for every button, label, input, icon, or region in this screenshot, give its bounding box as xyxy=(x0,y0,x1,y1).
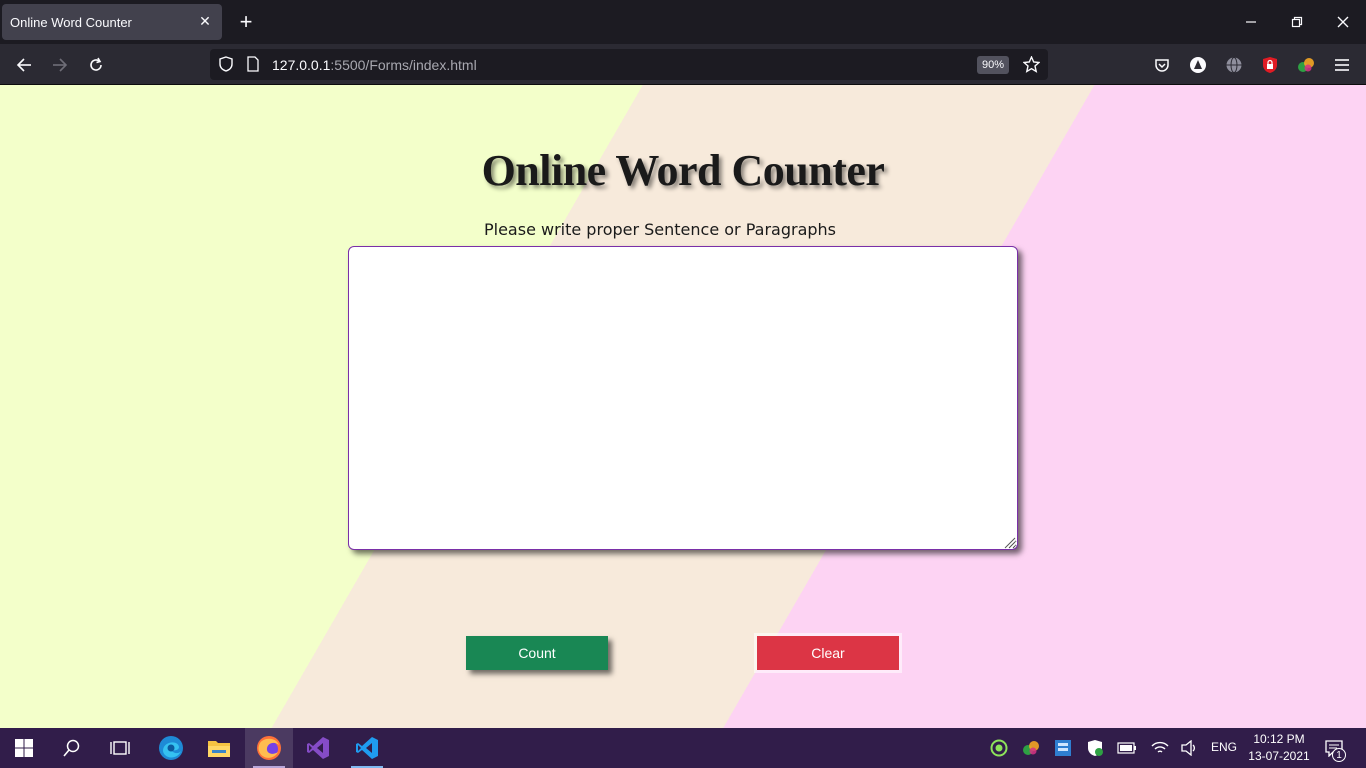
windows-start-icon[interactable] xyxy=(0,728,48,768)
clear-button[interactable]: Clear xyxy=(757,636,899,670)
clock-time: 10:12 PM xyxy=(1253,732,1305,746)
vscode-icon[interactable] xyxy=(343,728,391,768)
file-explorer-icon[interactable] xyxy=(195,728,243,768)
language-indicator[interactable]: ENG xyxy=(1211,740,1237,754)
taskbar: ENG 10:12 PM 13-07-2021 xyxy=(0,728,1366,768)
url-path: :5500/Forms/index.html xyxy=(330,57,477,73)
green-record-icon[interactable] xyxy=(987,736,1011,760)
extension-icon[interactable] xyxy=(1184,51,1212,79)
tab-strip: Online Word Counter ✕ + xyxy=(0,0,1366,44)
shield-icon[interactable] xyxy=(218,56,234,77)
url-text[interactable]: 127.0.0.1:5500/Forms/index.html xyxy=(272,57,477,73)
bookmark-star-icon[interactable] xyxy=(1022,55,1041,78)
colorful-extension-icon[interactable] xyxy=(1292,51,1320,79)
edge-icon[interactable] xyxy=(147,728,195,768)
url-bar[interactable]: 127.0.0.1:5500/Forms/index.html 90% xyxy=(210,49,1048,80)
restore-icon[interactable] xyxy=(1283,8,1311,36)
back-icon[interactable] xyxy=(10,51,38,79)
new-tab-icon[interactable]: + xyxy=(234,10,258,34)
close-window-icon[interactable] xyxy=(1329,8,1357,36)
network-drive-icon[interactable] xyxy=(1051,736,1075,760)
minimize-icon[interactable] xyxy=(1237,8,1265,36)
instruction-label: Please write proper Sentence or Paragrap… xyxy=(483,220,837,239)
notification-count-badge: 1 xyxy=(1332,748,1346,762)
wifi-icon[interactable] xyxy=(1148,736,1172,760)
url-host: 127.0.0.1 xyxy=(272,57,331,73)
volume-icon[interactable] xyxy=(1178,736,1202,760)
search-icon[interactable] xyxy=(48,728,96,768)
globe-icon[interactable] xyxy=(1220,51,1248,79)
clock[interactable]: 10:12 PM 13-07-2021 xyxy=(1244,731,1314,765)
tab-close-icon[interactable]: ✕ xyxy=(196,12,214,30)
text-input[interactable] xyxy=(348,246,1018,550)
forward-icon[interactable] xyxy=(46,51,74,79)
tab-online-word-counter[interactable]: Online Word Counter ✕ xyxy=(2,4,222,40)
reload-icon[interactable] xyxy=(82,51,110,79)
battery-icon[interactable] xyxy=(1115,736,1139,760)
pocket-icon[interactable] xyxy=(1148,51,1176,79)
ublock-icon[interactable] xyxy=(1256,51,1284,79)
web-page: Online Word Counter Please write proper … xyxy=(0,85,1366,728)
count-button[interactable]: Count xyxy=(466,636,608,670)
nav-toolbar: 127.0.0.1:5500/Forms/index.html 90% xyxy=(0,44,1366,85)
page-icon[interactable] xyxy=(246,56,260,77)
visual-studio-icon[interactable] xyxy=(294,728,342,768)
firefox-icon[interactable] xyxy=(245,728,293,768)
task-view-icon[interactable] xyxy=(96,728,144,768)
menu-icon[interactable] xyxy=(1328,51,1356,79)
colorful-tray-icon[interactable] xyxy=(1019,736,1043,760)
zoom-badge[interactable]: 90% xyxy=(977,56,1009,74)
security-shield-icon[interactable] xyxy=(1083,736,1107,760)
clock-date: 13-07-2021 xyxy=(1248,749,1310,763)
page-title: Online Word Counter xyxy=(481,146,885,195)
tab-title: Online Word Counter xyxy=(10,14,132,30)
